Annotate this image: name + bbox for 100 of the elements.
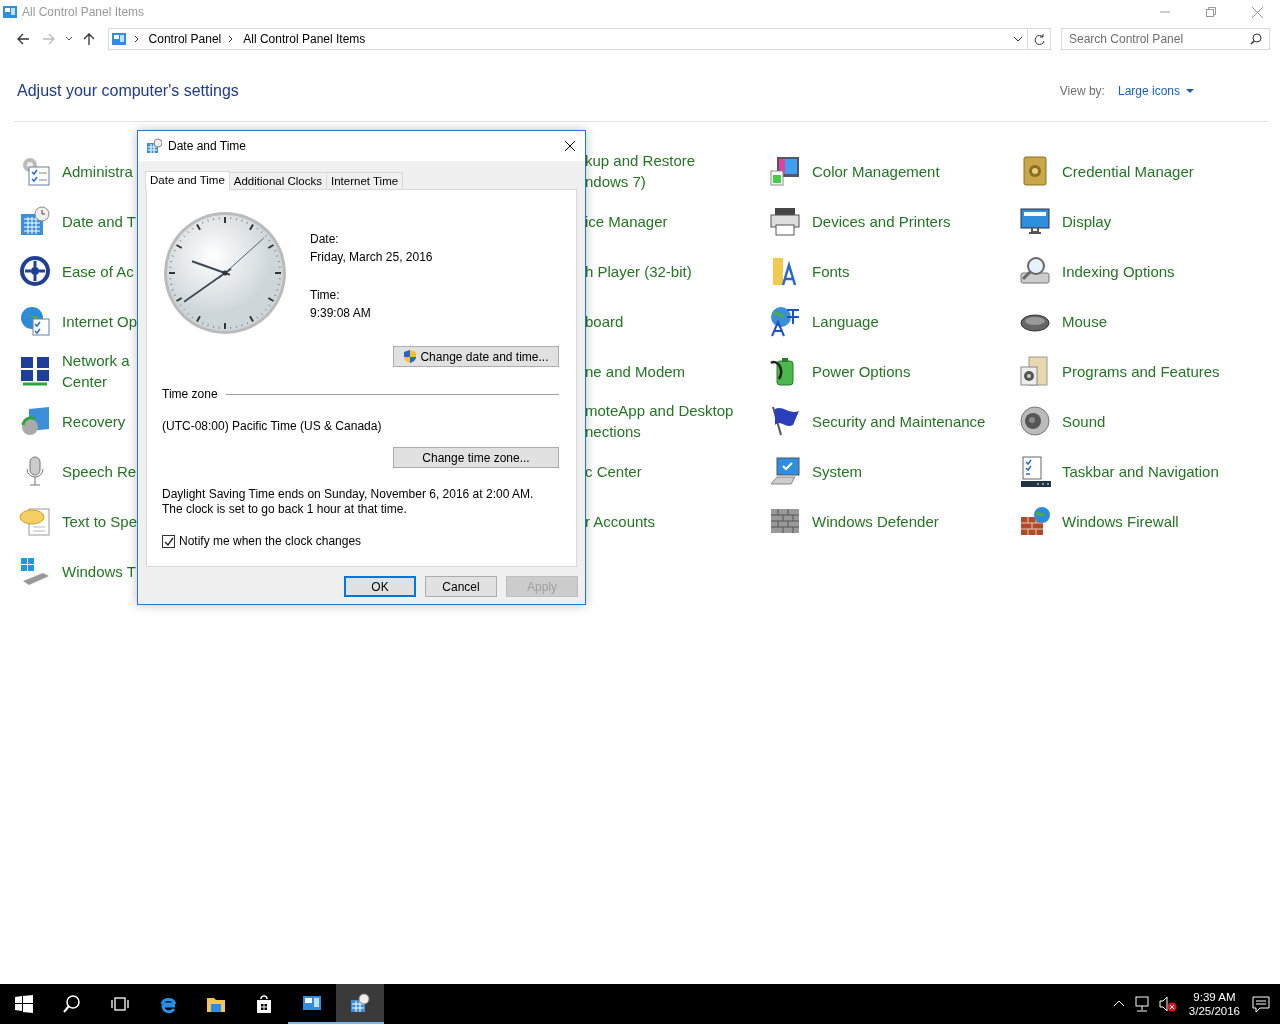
control-panel-link[interactable]: Indexing Options xyxy=(1062,260,1175,282)
dialog-button[interactable]: Cancel xyxy=(425,576,497,597)
printer-icon xyxy=(769,205,801,237)
shield-icon xyxy=(403,349,418,364)
caret-down-icon xyxy=(1186,89,1194,93)
close-icon xyxy=(565,141,575,151)
control-panel-link[interactable]: Security and Maintenance xyxy=(812,410,986,432)
software-box-icon xyxy=(1019,355,1051,387)
control-panel-link[interactable]: Language xyxy=(812,310,879,332)
dst-notice: Daylight Saving Time ends on Sunday, November 6, 2016 at 2:00 AM. The clock is set to go back 1 hour at that time. xyxy=(162,487,535,517)
network-button[interactable] xyxy=(1132,995,1151,1013)
page-heading: Adjust your computer's settings xyxy=(17,82,239,100)
control-panel-link[interactable]: ice Manager xyxy=(585,210,668,232)
control-panel-link[interactable]: Fonts xyxy=(812,260,850,282)
control-panel-link[interactable]: Recovery xyxy=(62,410,126,432)
caret-down-icon xyxy=(1013,34,1024,44)
control-panel-link[interactable]: Text to Spe xyxy=(62,510,138,532)
control-panel-link[interactable]: h Player (32-bit) xyxy=(585,260,692,282)
control-panel-link[interactable]: Internet Op xyxy=(62,310,138,332)
control-panel-link[interactable]: Credential Manager xyxy=(1062,160,1194,182)
checkbox-label[interactable]: Notify me when the clock changes xyxy=(179,534,362,548)
address-bar[interactable]: Control Panel All Control Panel Items xyxy=(107,28,1029,50)
tab[interactable]: Date and Time xyxy=(145,171,230,190)
control-panel-link[interactable]: Programs and Features xyxy=(1062,360,1220,382)
calendar-clock-icon xyxy=(19,205,51,237)
control-panel-link[interactable]: Display xyxy=(1062,210,1112,232)
control-panel-link[interactable]: board xyxy=(585,310,624,332)
time-value: 9:39:08 AM xyxy=(310,305,372,322)
control-panel-link[interactable]: Color Management xyxy=(812,160,940,182)
change-time-zone-button[interactable]: Change time zone... xyxy=(393,447,559,468)
firewall-globe-icon xyxy=(1019,505,1051,537)
control-panel-link[interactable]: c Center xyxy=(585,460,642,482)
search-field[interactable]: Search Control Panel xyxy=(1061,28,1270,50)
recovery-monitor-icon xyxy=(19,405,51,437)
globe-checklist-icon xyxy=(19,305,51,337)
windows-usb-drive-icon xyxy=(19,555,51,587)
calendar-clock-icon xyxy=(146,138,162,154)
control-panel-link[interactable]: Devices and Printers xyxy=(812,210,951,232)
control-panel-link[interactable]: Sound xyxy=(1062,410,1106,432)
speaker-muted-icon xyxy=(1158,995,1177,1013)
control-panel-link[interactable]: Windows T xyxy=(62,560,136,582)
notifications-button[interactable] xyxy=(1252,995,1270,1013)
control-panel-link[interactable]: Taskbar and Navigation xyxy=(1062,460,1219,482)
control-panel-link[interactable]: ne and Modem xyxy=(585,360,686,382)
control-panel-icon xyxy=(2,4,18,20)
checklist-taskbar-icon xyxy=(1019,455,1051,487)
refresh-button[interactable] xyxy=(1028,28,1051,50)
control-panel-link[interactable]: Administra xyxy=(62,160,133,182)
chevron-up-icon xyxy=(1112,999,1125,1009)
magnifier-drive-icon xyxy=(1019,255,1051,287)
volume-button[interactable] xyxy=(1158,995,1177,1013)
close-icon xyxy=(1251,6,1263,18)
control-panel-link[interactable]: Date and T xyxy=(62,210,136,232)
back-arrow-icon xyxy=(15,32,30,46)
control-panel-link[interactable]: Ease of Ac xyxy=(62,260,134,282)
network-icon xyxy=(1132,995,1151,1013)
dialog-title: Date and Time xyxy=(168,139,247,153)
clock-date: 3/25/2016 xyxy=(1188,1004,1240,1018)
control-panel-link[interactable]: Windows Firewall xyxy=(1062,510,1179,532)
control-panel-icon xyxy=(302,993,322,1013)
control-panel-link[interactable]: Network a Center xyxy=(62,350,130,392)
time-zone-value: (UTC-08:00) Pacific Time (US & Canada) xyxy=(162,419,383,433)
control-panel-link[interactable]: Mouse xyxy=(1062,310,1108,332)
speaker-icon xyxy=(1019,405,1051,437)
change-date-time-button[interactable]: Change date and time... xyxy=(393,346,559,367)
caret-down-icon xyxy=(64,35,73,43)
forward-arrow-icon xyxy=(41,32,56,46)
search-icon xyxy=(1250,33,1262,45)
checkbox[interactable] xyxy=(162,534,175,548)
checkmark-icon xyxy=(163,536,174,546)
breadcrumb[interactable]: Control Panel xyxy=(148,32,222,46)
globe-language-icon xyxy=(769,305,801,337)
breadcrumb[interactable]: All Control Panel Items xyxy=(243,32,366,46)
windows-logo-icon xyxy=(14,994,34,1014)
clock-time: 9:39 AM xyxy=(1193,990,1236,1004)
search-icon xyxy=(62,994,82,1014)
calendar-clock-icon xyxy=(350,993,370,1013)
control-panel-link[interactable]: Speech Re xyxy=(62,460,137,482)
tab[interactable]: Internet Time xyxy=(326,172,404,189)
taskbar-button[interactable] xyxy=(336,984,384,1024)
chevron-right-icon xyxy=(132,34,141,44)
view-mode-dropdown[interactable]: Large icons xyxy=(1117,84,1194,98)
control-panel-link[interactable]: Power Options xyxy=(812,360,911,382)
control-panel-link[interactable]: moteApp and Desktop nections xyxy=(585,400,734,442)
date-value: Friday, March 25, 2016 xyxy=(310,249,434,266)
show-hidden-icons-button[interactable] xyxy=(1112,999,1125,1009)
network-grid-icon xyxy=(19,355,51,387)
display-icon xyxy=(1019,205,1051,237)
dialog-button[interactable]: OK xyxy=(344,576,416,597)
flag-icon xyxy=(769,405,801,437)
restore-icon xyxy=(1206,7,1216,17)
dial-icon xyxy=(19,255,51,287)
date-label: Date: xyxy=(310,231,340,248)
control-panel-link[interactable]: System xyxy=(812,460,862,482)
control-panel-link[interactable]: r Accounts xyxy=(585,510,656,532)
control-panel-link[interactable]: Windows Defender xyxy=(812,510,939,532)
taskbar-clock[interactable]: 9:39 AM 3/25/2016 xyxy=(1188,990,1240,1018)
control-panel-link[interactable]: kup and Restore ndows 7) xyxy=(585,150,696,192)
control-panel-icon xyxy=(110,31,127,47)
store-bag-icon xyxy=(254,994,274,1014)
